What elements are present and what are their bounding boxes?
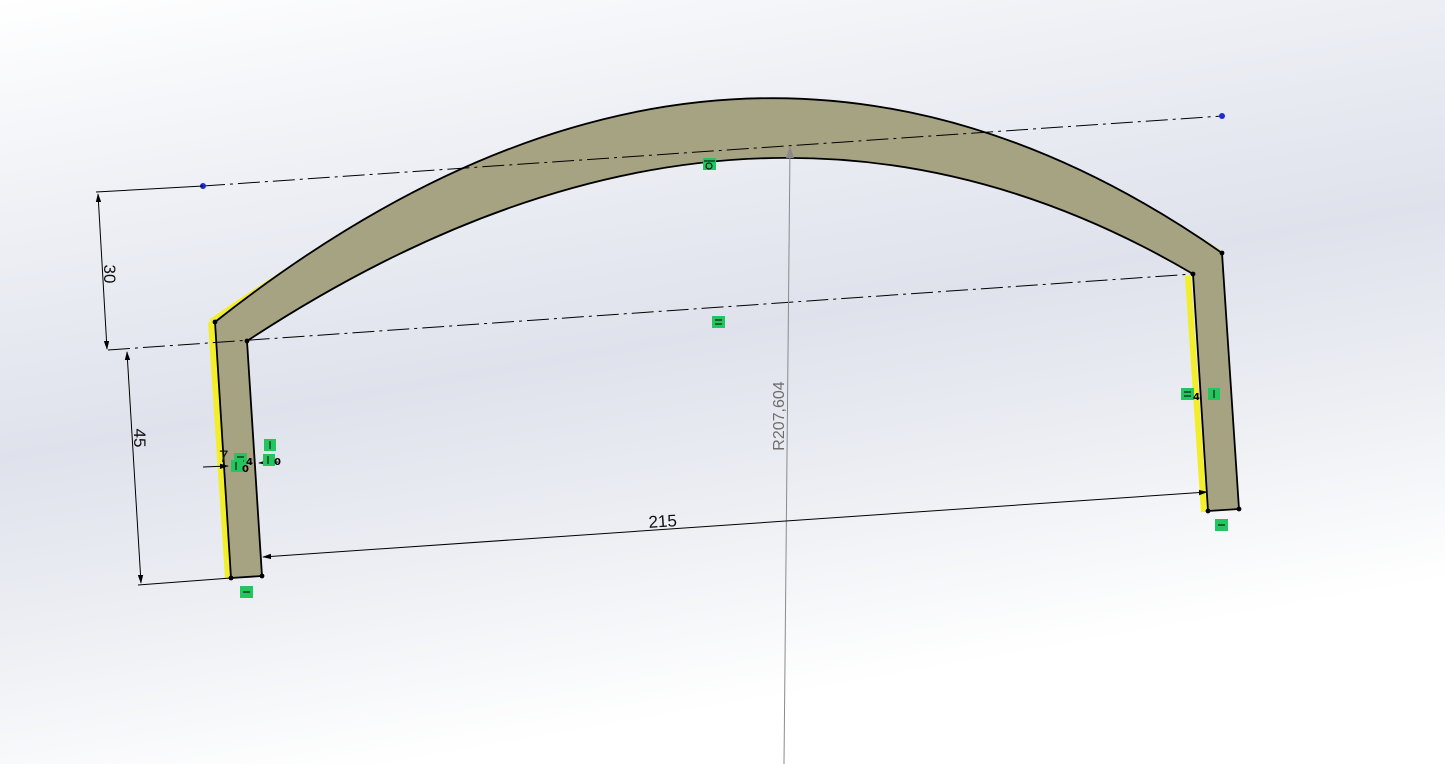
vertical-relation-icon[interactable]: [264, 439, 276, 451]
relation-glyph: 0: [274, 457, 281, 468]
construction-endpoint[interactable]: [1219, 113, 1225, 119]
vertex[interactable]: [212, 319, 218, 325]
vertex[interactable]: [1205, 508, 1211, 514]
sketch-canvas[interactable]: R207,604 30 45 215 7 4 0 0 4: [0, 0, 1445, 764]
dimension-top-offset[interactable]: 30: [100, 265, 119, 284]
horizontal-relation-icon[interactable]: [240, 586, 253, 598]
relation-glyph: 0: [242, 464, 249, 475]
vertex[interactable]: [1219, 250, 1225, 256]
sketch-vertices[interactable]: [212, 250, 1242, 581]
vertex[interactable]: [244, 338, 250, 344]
radius-dimension[interactable]: R207,604: [771, 381, 788, 450]
dimension-line-215[interactable]: [262, 489, 1208, 560]
vertical-relation-icon[interactable]: 0: [263, 454, 281, 468]
relation-glyph: 4: [1193, 392, 1200, 403]
tangent-relation-icon[interactable]: [703, 158, 716, 170]
arch-profile[interactable]: [214, 97, 1240, 579]
vertex[interactable]: [259, 573, 265, 579]
dimension-span[interactable]: 215: [648, 511, 678, 532]
vertex[interactable]: [1236, 506, 1242, 512]
horizontal-relation-icon[interactable]: [1215, 519, 1228, 531]
extension-line: [137, 577, 232, 586]
horizontal-relation-icon[interactable]: [712, 316, 725, 328]
vertical-relation-icon[interactable]: [1208, 388, 1220, 400]
dimension-wall[interactable]: 7: [219, 447, 228, 466]
sketch-viewport[interactable]: R207,604 30 45 215 7 4 0 0 4: [0, 0, 1445, 764]
dimension-line-45[interactable]: [124, 351, 144, 584]
extension-line: [95, 185, 204, 193]
dimension-leg-height[interactable]: 45: [130, 429, 149, 448]
radius-leader: [783, 147, 791, 764]
